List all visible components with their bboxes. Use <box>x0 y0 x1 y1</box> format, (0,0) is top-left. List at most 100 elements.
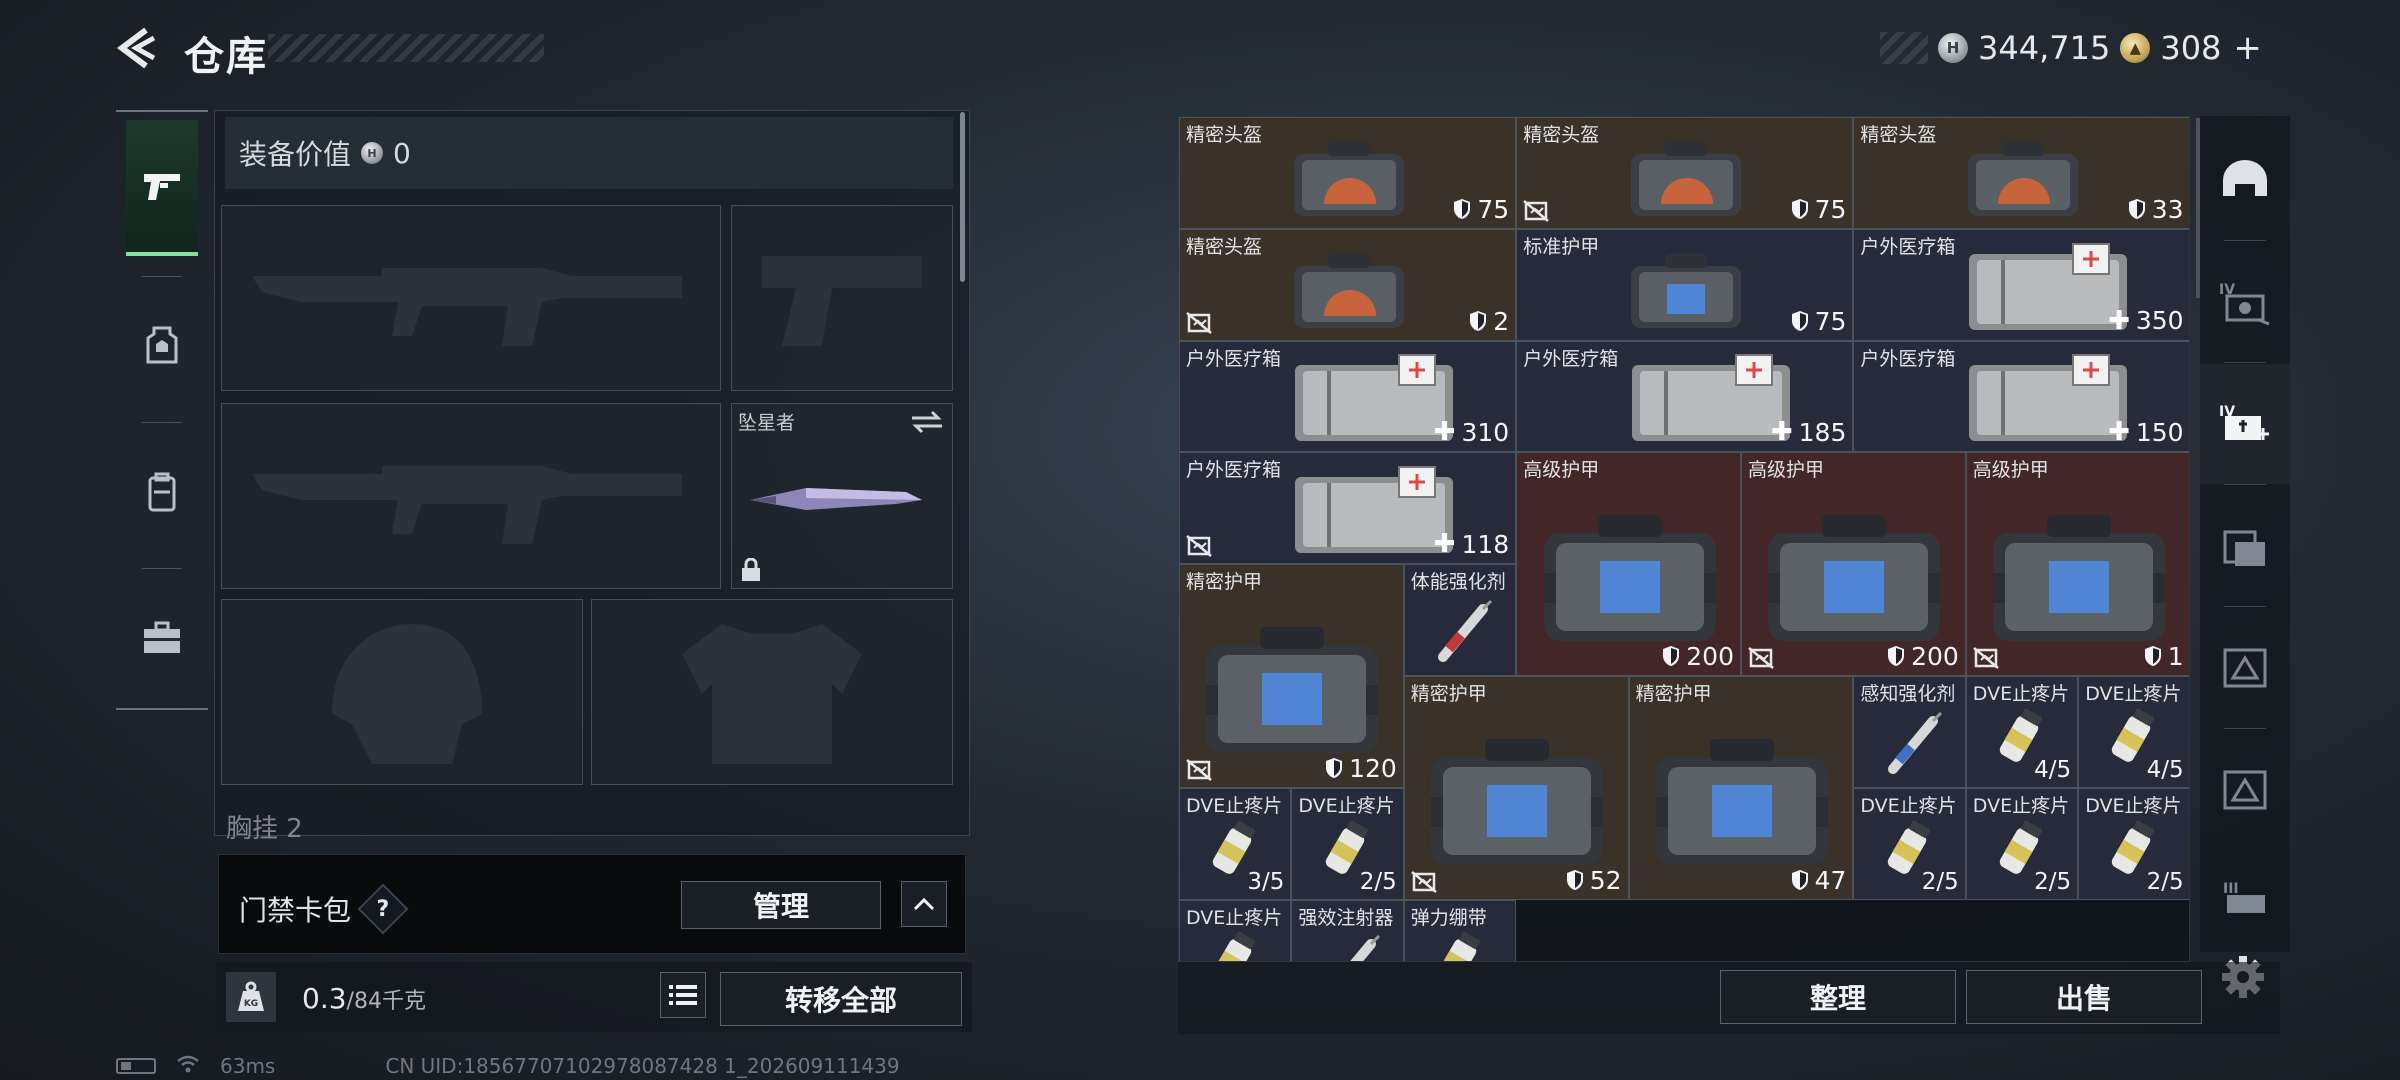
storage-item[interactable]: 精密护甲 120 <box>1179 564 1404 788</box>
collapse-button[interactable] <box>901 881 947 927</box>
storage-item[interactable]: 强效注射器 <box>1291 899 1404 961</box>
swap-icon[interactable] <box>910 410 944 434</box>
item-value: 75 <box>1791 306 1847 336</box>
storage-item[interactable]: 户外医疗箱 ✚ 150 <box>1853 340 2189 453</box>
add-currency-button[interactable]: + <box>2233 28 2262 68</box>
item-name: 高级护甲 <box>1748 459 1825 482</box>
storage-item[interactable]: 弹力绷带 <box>1403 899 1517 961</box>
storage-item[interactable]: 精密护甲 52 <box>1403 676 1629 900</box>
item-value-text: 310 <box>1461 417 1510 447</box>
access-card-bar: 门禁卡包 ? 管理 <box>218 854 966 954</box>
syringe-art <box>1437 600 1493 663</box>
filter-warning-b[interactable] <box>2200 730 2290 850</box>
sidearm-slot[interactable] <box>731 205 953 391</box>
storage-item[interactable]: 户外医疗箱 ✚ 310 <box>1179 340 1517 453</box>
syringe-art <box>1887 711 1942 774</box>
item-name: 精密头盔 <box>1186 235 1263 258</box>
item-value-text: 118 <box>1461 529 1510 559</box>
item-value: 4/5 <box>2147 757 2184 783</box>
nav-armor[interactable] <box>126 278 198 414</box>
storage-item[interactable]: DVE止疼片 2/5 <box>1853 787 1966 900</box>
sort-button[interactable]: 整理 <box>1720 970 1956 1024</box>
item-name: 精密头盔 <box>1860 124 1937 146</box>
filter-warning-a[interactable] <box>2200 608 2290 728</box>
pill-bottle-art <box>1437 932 1480 961</box>
storage-item[interactable]: 户外医疗箱 ✚ 350 <box>1853 228 2189 341</box>
filter-containers[interactable] <box>2200 486 2290 606</box>
back-button[interactable] <box>112 24 160 72</box>
helmet-slot[interactable] <box>221 599 583 785</box>
storage-item[interactable]: 精密头盔 75 <box>1179 117 1517 229</box>
durability-shield-icon <box>1888 646 1905 667</box>
primary-weapon-slot-2[interactable] <box>221 403 721 589</box>
heal-plus-icon: ✚ <box>1433 529 1456 560</box>
nav-case[interactable] <box>126 570 198 706</box>
item-name: 精密头盔 <box>1186 124 1263 146</box>
no-insure-icon <box>1410 870 1437 893</box>
item-value-text: 52 <box>1589 865 1622 895</box>
storage-item[interactable]: 精密护甲 47 <box>1628 676 1854 900</box>
item-value-text: 75 <box>1814 306 1847 336</box>
no-insure-icon <box>1186 535 1212 558</box>
storage-item[interactable]: 高级护甲 1 <box>1965 452 2189 676</box>
storage-item[interactable]: 高级护甲 200 <box>1741 452 1966 676</box>
item-name: 高级护甲 <box>1523 459 1600 482</box>
item-name: 精密护甲 <box>1635 683 1712 705</box>
storage-item[interactable]: DVE止疼片 <box>1179 899 1292 961</box>
storage-item[interactable]: DVE止疼片 2/5 <box>1291 787 1404 900</box>
gold-amount: 308 <box>2160 29 2222 67</box>
primary-weapon-slot-1[interactable] <box>221 205 721 391</box>
helmet-case-art <box>1293 253 1404 328</box>
storage-item[interactable]: 精密头盔 33 <box>1853 117 2189 229</box>
transfer-all-button[interactable]: 转移全部 <box>720 972 962 1026</box>
storage-item[interactable]: 户外医疗箱 ✚ 118 <box>1179 452 1517 565</box>
warning-filter-icon <box>2223 770 2267 810</box>
chest-rig-label: 胸挂 2 <box>226 814 303 844</box>
storage-item[interactable]: 户外医疗箱 ✚ 185 <box>1516 340 1854 453</box>
storage-item[interactable]: DVE止疼片 2/5 <box>2078 787 2189 900</box>
item-value-text: 75 <box>1814 194 1847 224</box>
nav-weapons[interactable] <box>126 120 198 256</box>
item-value-text: 120 <box>1349 753 1397 783</box>
item-name: DVE止疼片 <box>1186 906 1283 929</box>
storage-item[interactable]: 标准护甲 75 <box>1516 228 1854 341</box>
help-icon[interactable]: ? <box>357 883 409 935</box>
manage-button[interactable]: 管理 <box>681 881 881 929</box>
filter-helmet[interactable] <box>2200 120 2290 240</box>
equipment-scrollbar[interactable] <box>960 112 965 282</box>
item-value-text: 2/5 <box>1921 868 1959 895</box>
helmet-filter-icon <box>2223 160 2267 196</box>
durability-shield-icon <box>1454 199 1471 220</box>
durability-shield-icon <box>2144 646 2161 667</box>
sell-button[interactable]: 出售 <box>1966 970 2202 1024</box>
storage-item[interactable]: 感知强化剂 <box>1853 676 1966 788</box>
storage-item[interactable]: DVE止疼片 4/5 <box>1965 676 2079 788</box>
melee-slot[interactable]: 坠星者 <box>731 403 953 589</box>
filter-medical[interactable]: IV <box>2200 364 2290 484</box>
helmet-case-art <box>1967 141 2078 216</box>
durability-shield-icon <box>1326 758 1343 779</box>
item-value-text: 4/5 <box>2034 756 2072 783</box>
armor-tier-icon: IV <box>2219 282 2270 326</box>
item-value: 2 <box>1469 307 1509 336</box>
storage-item[interactable]: DVE止疼片 2/5 <box>1965 787 2079 900</box>
durability-shield-icon <box>1791 870 1808 891</box>
item-name: 强效注射器 <box>1298 906 1394 929</box>
item-value-text: 47 <box>1814 865 1847 895</box>
storage-item[interactable]: 精密头盔 75 <box>1516 117 1854 229</box>
storage-item[interactable]: 高级护甲 200 <box>1516 452 1741 676</box>
silver-coin-icon: H <box>1938 33 1968 63</box>
nav-backpack[interactable] <box>126 424 198 560</box>
warning-filter-icon <box>2223 648 2267 688</box>
armor-case-art <box>1543 515 1716 642</box>
item-value-text: 350 <box>2135 306 2184 336</box>
body-armor-slot[interactable] <box>591 599 953 785</box>
item-name: DVE止疼片 <box>2085 683 2182 705</box>
list-view-button[interactable] <box>660 972 706 1018</box>
storage-item[interactable]: 体能强化剂 <box>1403 564 1517 676</box>
storage-item[interactable]: 精密头盔 2 <box>1179 228 1517 341</box>
filter-armor-iv[interactable]: IV <box>2200 242 2290 362</box>
filter-tier-iii[interactable]: III <box>2200 852 2290 942</box>
storage-item[interactable]: DVE止疼片 4/5 <box>2078 676 2189 788</box>
storage-item[interactable]: DVE止疼片 3/5 <box>1179 787 1292 900</box>
